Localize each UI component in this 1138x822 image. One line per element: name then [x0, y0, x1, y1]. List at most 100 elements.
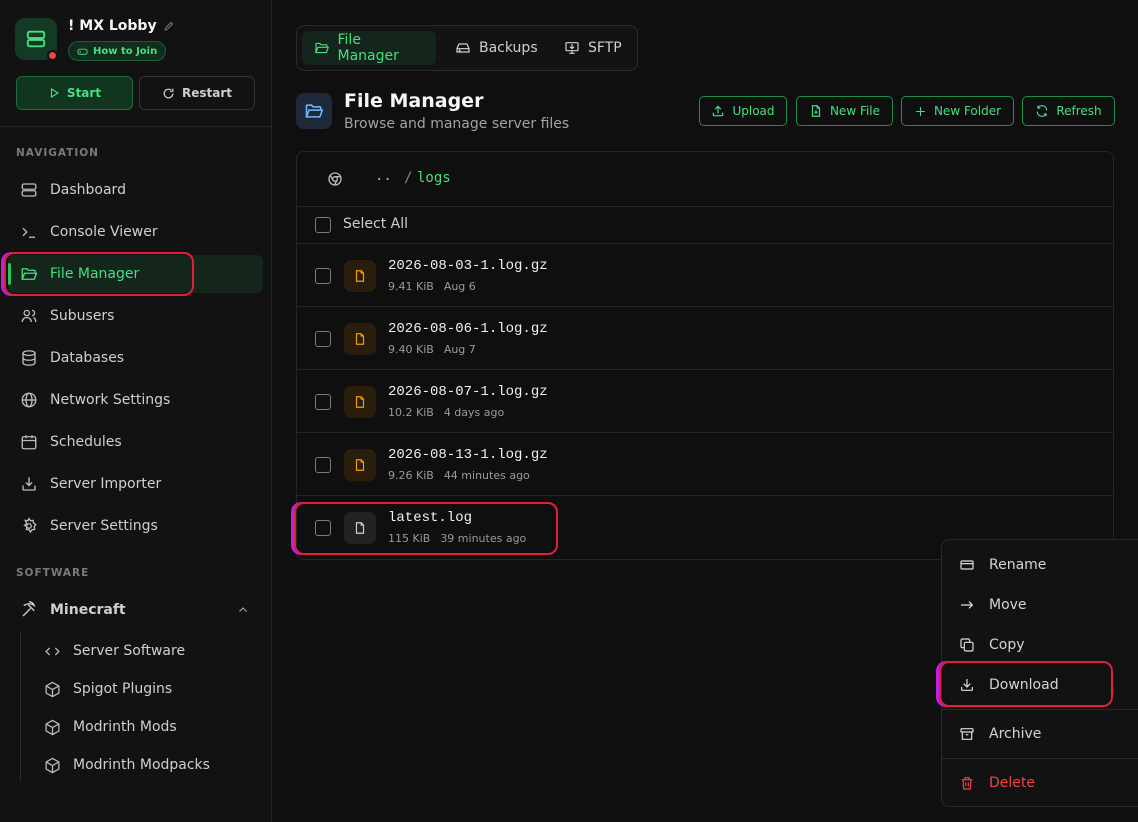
file-size: 10.2 KiB — [388, 406, 434, 419]
sidebar-item-schedules[interactable]: Schedules — [8, 423, 263, 461]
breadcrumb-separator: / — [404, 170, 413, 186]
nav-section-label: NAVIGATION — [16, 147, 99, 159]
sidebar-item-server-settings[interactable]: Server Settings — [8, 507, 263, 545]
play-icon — [50, 88, 59, 98]
sidebar-item-label: Subusers — [50, 308, 115, 324]
file-meta: 9.26 KiB 44 minutes ago — [388, 469, 530, 482]
file-checkbox[interactable] — [315, 394, 331, 410]
select-all-label: Select All — [343, 216, 408, 232]
breadcrumb: .. / logs — [297, 152, 1113, 207]
file-date: 44 minutes ago — [443, 469, 530, 482]
menu-item-move[interactable]: Move — [942, 588, 1138, 622]
page-title: File Manager — [344, 90, 484, 112]
code-icon — [45, 647, 60, 655]
sidebar-item-minecraft[interactable]: Minecraft — [8, 591, 263, 629]
file-name[interactable]: 2026-08-06-1.log.gz — [388, 321, 548, 337]
restart-button[interactable]: Restart — [139, 76, 255, 110]
sidebar-subitem-modrinth-modpacks[interactable]: Modrinth Modpacks — [44, 750, 210, 780]
upload-button[interactable]: Upload — [699, 96, 787, 126]
sidebar: ! MX Lobby How to Join Start Restart NAV… — [0, 0, 272, 822]
sidebar-item-label: Dashboard — [50, 182, 126, 198]
start-button[interactable]: Start — [16, 76, 133, 110]
sidebar-item-network-settings[interactable]: Network Settings — [8, 381, 263, 419]
menu-divider — [942, 758, 1138, 759]
select-all-checkbox[interactable] — [315, 217, 331, 233]
folder-open-icon — [296, 93, 332, 129]
file-icon — [344, 260, 376, 292]
plus-icon — [916, 106, 925, 116]
pencil-icon[interactable] — [163, 20, 175, 32]
new-file-button[interactable]: New File — [796, 96, 893, 126]
sidebar-item-dashboard[interactable]: Dashboard — [8, 171, 263, 209]
menu-item-archive[interactable]: Archive — [942, 717, 1138, 751]
sidebar-item-server-importer[interactable]: Server Importer — [8, 465, 263, 503]
menu-item-copy[interactable]: Copy — [942, 628, 1138, 662]
file-list-panel: .. / logs Select All 2026-08-03-1.log.gz… — [296, 151, 1114, 560]
sidebar-item-label: Network Settings — [50, 392, 171, 408]
file-size: 9.26 KiB — [388, 469, 434, 482]
tab-bar: File Manager Backups SFTP — [296, 25, 638, 71]
file-name[interactable]: 2026-08-03-1.log.gz — [388, 258, 548, 274]
menu-item-delete[interactable]: Delete — [942, 766, 1138, 800]
import-icon — [22, 477, 36, 491]
sidebar-item-databases[interactable]: Databases — [8, 339, 263, 377]
server-name: ! MX Lobby — [68, 18, 175, 34]
highlight-download — [939, 661, 1113, 707]
server-avatar-icon[interactable] — [15, 18, 58, 61]
file-row[interactable]: 2026-08-06-1.log.gz 9.40 KiB Aug 7 — [297, 307, 1113, 370]
terminal-icon — [22, 227, 35, 238]
breadcrumb-up[interactable]: .. — [375, 168, 392, 184]
file-checkbox[interactable] — [315, 457, 331, 473]
file-meta: 10.2 KiB 4 days ago — [388, 406, 504, 419]
rename-icon — [960, 560, 974, 570]
refresh-button[interactable]: Refresh — [1022, 96, 1115, 126]
refresh-icon — [1037, 105, 1048, 117]
file-row[interactable]: 2026-08-13-1.log.gz 9.26 KiB 44 minutes a… — [297, 433, 1113, 496]
file-row[interactable]: 2026-08-07-1.log.gz 10.2 KiB 4 days ago — [297, 370, 1113, 433]
file-row[interactable]: 2026-08-03-1.log.gz 9.41 KiB Aug 6 — [297, 244, 1113, 307]
new-folder-button[interactable]: New Folder — [901, 96, 1014, 126]
server-header: ! MX Lobby How to Join — [15, 18, 173, 61]
sidebar-item-console-viewer[interactable]: Console Viewer — [8, 213, 263, 251]
breadcrumb-current[interactable]: logs — [417, 170, 451, 186]
globe-icon — [21, 392, 37, 408]
file-icon — [344, 323, 376, 355]
sidebar-subitem-label: Modrinth Modpacks — [73, 757, 210, 773]
software-section-label: SOFTWARE — [16, 567, 90, 579]
sidebar-item-label: Databases — [50, 350, 125, 366]
sidebar-item-label: Console Viewer — [50, 224, 158, 240]
restart-icon — [163, 88, 174, 98]
sidebar-subitem-server-software[interactable]: Server Software — [44, 636, 185, 666]
file-size: 9.41 KiB — [388, 280, 434, 293]
file-icon — [344, 386, 376, 418]
file-name[interactable]: 2026-08-07-1.log.gz — [388, 384, 548, 400]
arrow-right-icon — [961, 601, 974, 609]
tab-sftp[interactable]: SFTP — [552, 31, 634, 65]
file-date: Aug 7 — [443, 343, 476, 356]
chevron-up-icon[interactable] — [237, 604, 249, 616]
sidebar-item-subusers[interactable]: Subusers — [8, 297, 263, 335]
file-plus-icon — [811, 105, 821, 117]
tab-file-manager[interactable]: File Manager — [302, 31, 436, 65]
sidebar-item-label: Server Settings — [50, 518, 158, 534]
file-checkbox[interactable] — [315, 268, 331, 284]
menu-item-rename[interactable]: Rename — [942, 548, 1138, 582]
calendar-icon — [21, 435, 37, 450]
server-icon — [21, 183, 37, 197]
file-name[interactable]: 2026-08-13-1.log.gz — [388, 447, 548, 463]
highlight-latest-log — [294, 502, 558, 555]
file-checkbox[interactable] — [315, 331, 331, 347]
cube-icon — [45, 681, 60, 697]
cube-icon — [45, 719, 60, 735]
sidebar-subitem-spigot-plugins[interactable]: Spigot Plugins — [44, 674, 172, 704]
sidebar-subitem-modrinth-mods[interactable]: Modrinth Mods — [44, 712, 177, 742]
tab-backups[interactable]: Backups — [443, 31, 550, 65]
pickaxe-icon — [22, 601, 36, 617]
trash-icon — [961, 777, 973, 790]
sidebar-item-label: Server Importer — [50, 476, 162, 492]
chrome-icon[interactable] — [327, 171, 343, 187]
file-meta: 9.41 KiB Aug 6 — [388, 280, 476, 293]
page-subtitle: Browse and manage server files — [344, 116, 570, 132]
monitor-icon — [565, 42, 579, 54]
how-to-join-button[interactable]: How to Join — [68, 41, 167, 61]
